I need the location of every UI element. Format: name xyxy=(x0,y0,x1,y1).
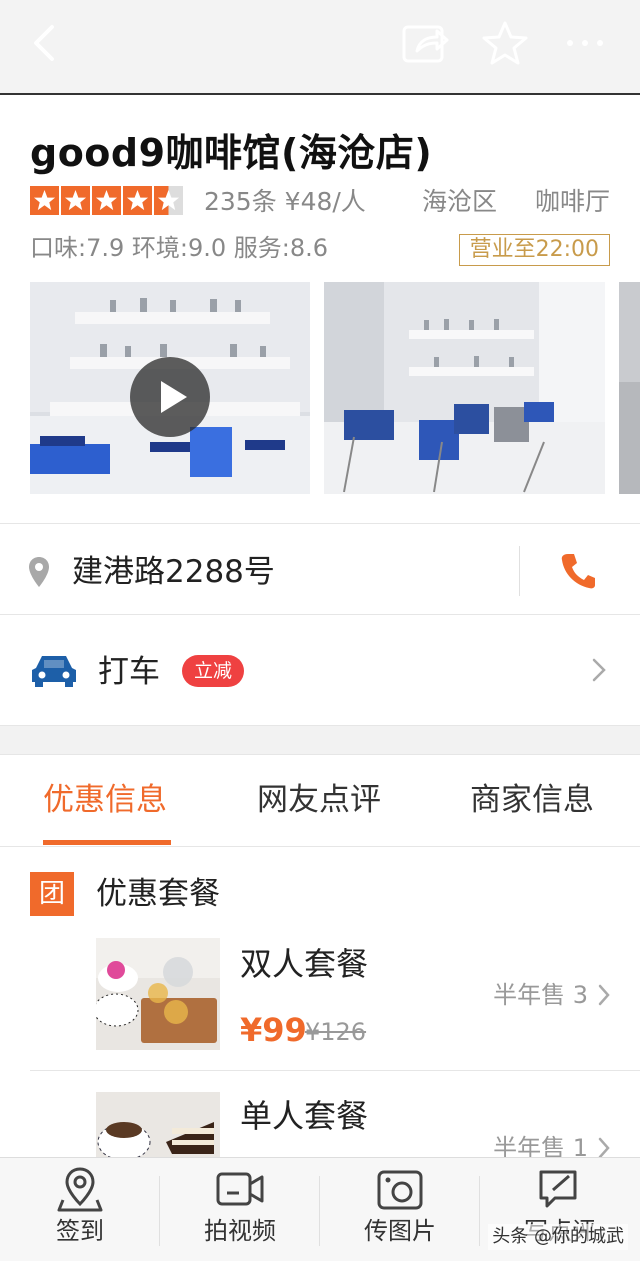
tab-merchant-info[interactable]: 商家信息 xyxy=(470,778,594,822)
write-review-icon xyxy=(535,1166,585,1212)
rating-row: 235条 ¥48/人 海沧区 咖啡厅 xyxy=(30,186,610,218)
half-star-icon xyxy=(154,186,183,215)
chevron-right-icon xyxy=(598,984,610,1010)
shop-photo[interactable] xyxy=(324,282,605,494)
location-pin-icon xyxy=(28,556,50,592)
business-hours-badge: 营业至22:00 xyxy=(458,234,610,266)
shop-address[interactable]: 建港路2288号 xyxy=(72,550,275,594)
watermark: 头条 @你的城武 xyxy=(488,1224,628,1250)
deal-sold-count: 半年售 3 xyxy=(493,981,588,1009)
photo-upload-icon xyxy=(375,1166,425,1212)
active-tab-indicator xyxy=(43,840,171,845)
video-camera-icon xyxy=(215,1166,265,1212)
deal-name: 双人套餐 xyxy=(240,945,369,983)
chevron-right-icon xyxy=(592,658,606,686)
district-label: 海沧区 xyxy=(422,187,498,216)
star-rating xyxy=(30,186,183,216)
more-icon[interactable] xyxy=(560,18,610,68)
shoot-video-label: 拍视频 xyxy=(204,1217,276,1245)
shoot-video-button[interactable]: 拍视频 xyxy=(160,1158,320,1261)
divider xyxy=(519,546,520,596)
section-gap xyxy=(0,725,640,755)
taxi-label: 打车 xyxy=(98,654,160,690)
deal-image xyxy=(96,1092,220,1157)
top-nav-bar xyxy=(0,0,640,95)
upload-photo-button[interactable]: 传图片 xyxy=(320,1158,480,1261)
shop-photo[interactable] xyxy=(619,282,640,494)
star-icon xyxy=(92,186,121,215)
review-count-price[interactable]: 235条 ¥48/人 xyxy=(204,186,366,218)
group-buy-icon: 团 xyxy=(30,872,74,916)
star-icon xyxy=(61,186,90,215)
check-in-button[interactable]: 签到 xyxy=(0,1158,160,1261)
favorite-star-icon[interactable] xyxy=(480,18,530,68)
car-icon xyxy=(30,652,78,692)
back-icon[interactable] xyxy=(20,18,70,68)
category-label: 咖啡厅 xyxy=(534,187,610,216)
deal-image xyxy=(96,938,220,1050)
discount-badge: 立减 xyxy=(182,655,245,687)
taxi-row[interactable] xyxy=(0,615,640,725)
deals-section-title: 优惠套餐 xyxy=(96,876,220,912)
star-icon xyxy=(123,186,152,215)
shop-detail-page: good9咖啡馆(海沧店) 235条 ¥48/人 海沧区 咖啡厅 口味:7.9 … xyxy=(0,0,640,1261)
divider xyxy=(0,846,640,847)
video-thumbnail[interactable] xyxy=(30,282,310,494)
tab-reviews[interactable]: 网友点评 xyxy=(257,778,381,822)
location-pin-icon xyxy=(55,1166,105,1212)
deal-price: ¥99 xyxy=(240,1011,307,1049)
star-icon xyxy=(30,186,59,215)
score-breakdown: 口味:7.9 环境:9.0 服务:8.6 xyxy=(30,234,329,262)
check-in-label: 签到 xyxy=(56,1217,104,1245)
share-icon[interactable] xyxy=(400,18,450,68)
deal-name: 单人套餐 xyxy=(240,1097,369,1135)
deal-original-price: ¥126 xyxy=(305,1018,367,1046)
photo-gallery[interactable] xyxy=(30,282,640,494)
upload-photo-label: 传图片 xyxy=(364,1217,436,1245)
phone-icon[interactable] xyxy=(560,552,596,594)
tab-deals[interactable]: 优惠信息 xyxy=(43,778,167,822)
divider xyxy=(0,523,640,524)
shop-title: good9咖啡馆(海沧店) xyxy=(30,131,433,175)
play-icon[interactable] xyxy=(130,357,210,437)
